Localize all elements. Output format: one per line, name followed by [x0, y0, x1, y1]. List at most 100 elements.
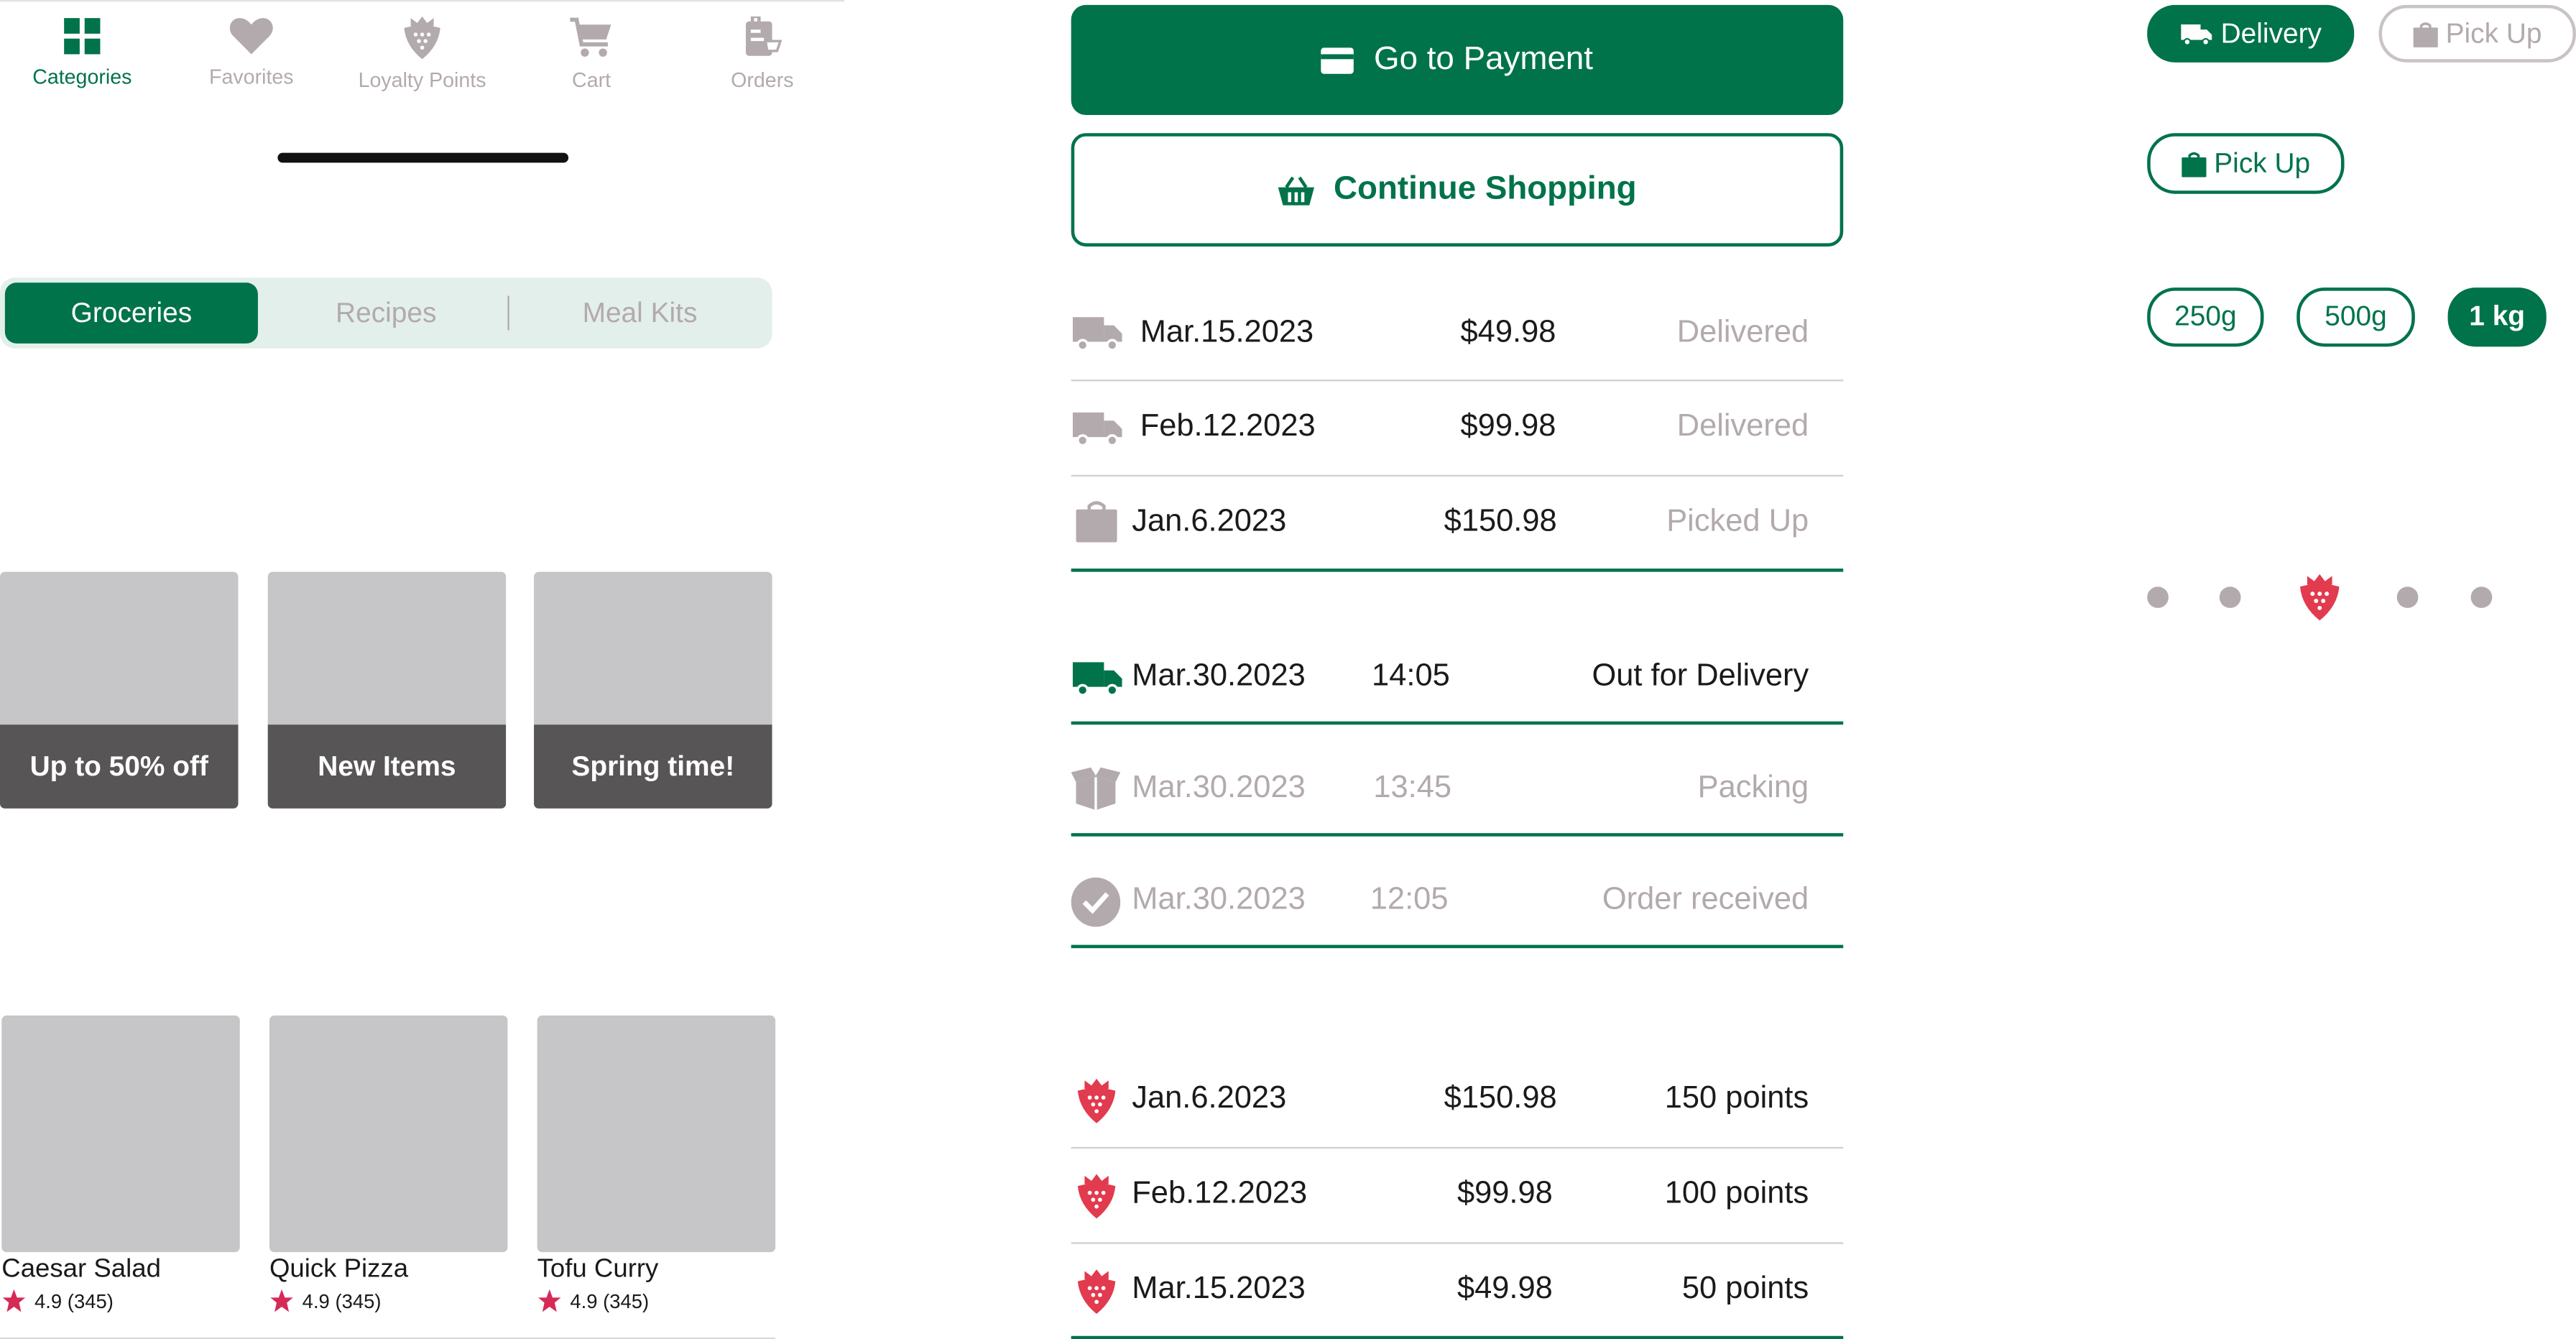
nav-label: Loyalty Points [358, 69, 486, 93]
order-row[interactable]: Mar.15.2023 $49.98 Delivered [1071, 286, 1844, 379]
star-icon [538, 1289, 561, 1312]
recipe-rating: 4.9 (345) [269, 1288, 508, 1315]
promo-label: Spring time! [534, 724, 772, 809]
heart-icon [229, 18, 273, 55]
strawberry-icon [1077, 1174, 1116, 1219]
strawberry-icon [1077, 1269, 1116, 1314]
size-option-500g[interactable]: 500g [2296, 287, 2415, 347]
truck-icon [1072, 412, 1122, 447]
segment-meal-kits[interactable]: Meal Kits [512, 282, 767, 344]
points-amount: $49.98 [1456, 1271, 1553, 1307]
tracking-time: 13:45 [1373, 770, 1452, 806]
tracking-status: Packing [1697, 770, 1809, 806]
page-dot[interactable] [2396, 586, 2419, 608]
star-icon [2, 1289, 26, 1312]
section-divider [1071, 1335, 1844, 1339]
page-dot[interactable] [2219, 586, 2241, 608]
recipe-card[interactable]: Tofu Curry 4.9 (345) [537, 1015, 776, 1315]
pickup-button[interactable]: Pick Up [2147, 133, 2345, 194]
truck-icon [1072, 662, 1122, 696]
home-indicator [277, 152, 569, 163]
tracking-date: Mar.30.2023 [1132, 770, 1306, 806]
tracking-status: Order received [1602, 882, 1809, 917]
go-to-payment-button[interactable]: Go to Payment [1071, 4, 1844, 116]
promo-card[interactable]: Up to 50% off [0, 571, 239, 809]
tracking-row: Mar.30.2023 13:45 Packing [1071, 741, 1844, 834]
promo-card[interactable]: New Items [267, 571, 507, 809]
box-icon [1071, 767, 1121, 811]
strawberry-icon [404, 16, 440, 60]
nav-label: Orders [731, 69, 794, 93]
star-icon [270, 1289, 293, 1312]
pill-label: Pick Up [2445, 17, 2542, 49]
tracking-date: Mar.30.2023 [1132, 658, 1306, 694]
order-row[interactable]: Feb.12.2023 $99.98 Delivered [1071, 381, 1844, 474]
pill-label: Pick Up [2214, 147, 2311, 179]
row-divider [1071, 833, 1844, 837]
basket-icon [1278, 175, 1314, 205]
nav-orders[interactable]: Orders [680, 13, 845, 109]
tracking-time: 12:05 [1370, 882, 1449, 917]
order-date: Mar.15.2023 [1140, 315, 1314, 350]
promo-label: Up to 50% off [0, 724, 239, 809]
nav-cart[interactable]: Cart [509, 13, 674, 109]
button-label: Continue Shopping [1334, 170, 1637, 208]
recipe-image [269, 1015, 508, 1253]
order-amount: $99.98 [1460, 409, 1556, 444]
nav-label: Categories [32, 65, 132, 89]
delivery-toggle-selected[interactable]: Delivery [2147, 4, 2355, 63]
rating-count: (345) [603, 1289, 650, 1313]
recipe-name: Tofu Curry [537, 1255, 659, 1284]
order-row[interactable]: Jan.6.2023 $150.98 Picked Up [1071, 477, 1844, 570]
recipe-rating: 4.9 (345) [1, 1288, 240, 1315]
nav-loyalty-points[interactable]: Loyalty Points [340, 13, 504, 109]
nav-label: Cart [572, 69, 611, 93]
segment-divider [507, 295, 509, 331]
recipe-name: Caesar Salad [1, 1255, 161, 1284]
points-date: Jan.6.2023 [1132, 1081, 1287, 1116]
segment-recipes[interactable]: Recipes [263, 282, 509, 344]
grid-icon [64, 18, 101, 55]
order-status: Delivered [1676, 315, 1809, 350]
size-option-1kg[interactable]: 1 kg [2447, 287, 2547, 347]
size-option-250g[interactable]: 250g [2147, 287, 2264, 347]
page-dot[interactable] [2470, 586, 2493, 608]
recipe-name: Quick Pizza [269, 1255, 409, 1284]
points-earned: 50 points [1681, 1271, 1809, 1307]
points-amount: $150.98 [1444, 1081, 1557, 1116]
pill-label: Delivery [2220, 17, 2322, 49]
section-divider [1071, 569, 1844, 572]
order-status: Picked Up [1666, 504, 1809, 539]
rating-count: (345) [67, 1289, 114, 1313]
tracking-row: Mar.30.2023 12:05 Order received [1071, 853, 1844, 947]
recipe-rating: 4.9 (345) [537, 1288, 776, 1315]
recipe-card[interactable]: Quick Pizza 4.9 (345) [269, 1015, 508, 1315]
bag-icon [2181, 151, 2206, 177]
page-dot[interactable] [2147, 586, 2169, 608]
nav-label: Favorites [209, 65, 294, 89]
button-label: Go to Payment [1374, 41, 1594, 78]
tracking-date: Mar.30.2023 [1132, 882, 1306, 917]
bag-icon [2412, 22, 2438, 47]
bag-icon [1076, 501, 1117, 543]
tracking-row: Mar.30.2023 14:05 Out for Delivery [1071, 630, 1844, 723]
points-row: Jan.6.2023 $150.98 150 points [1071, 1054, 1844, 1147]
category-segmented-control: Groceries Recipes Meal Kits [0, 277, 772, 349]
strawberry-icon[interactable] [2299, 574, 2341, 621]
points-amount: $99.98 [1456, 1176, 1553, 1212]
row-divider [1071, 721, 1844, 725]
truck-icon [2180, 24, 2212, 46]
nav-categories[interactable]: Categories [0, 13, 165, 109]
order-status: Delivered [1676, 409, 1809, 444]
segment-groceries[interactable]: Groceries [4, 282, 258, 344]
nav-favorites[interactable]: Favorites [169, 13, 333, 109]
top-divider [0, 0, 845, 2]
continue-shopping-button[interactable]: Continue Shopping [1071, 133, 1844, 247]
pickup-toggle-unselected[interactable]: Pick Up [2378, 4, 2576, 63]
order-date: Jan.6.2023 [1132, 504, 1287, 539]
strawberry-icon [1077, 1078, 1116, 1123]
points-earned: 100 points [1664, 1176, 1809, 1212]
promo-card[interactable]: Spring time! [534, 571, 772, 809]
recipe-card[interactable]: Caesar Salad 4.9 (345) [1, 1015, 240, 1315]
points-row: Mar.15.2023 $49.98 50 points [1071, 1244, 1844, 1338]
